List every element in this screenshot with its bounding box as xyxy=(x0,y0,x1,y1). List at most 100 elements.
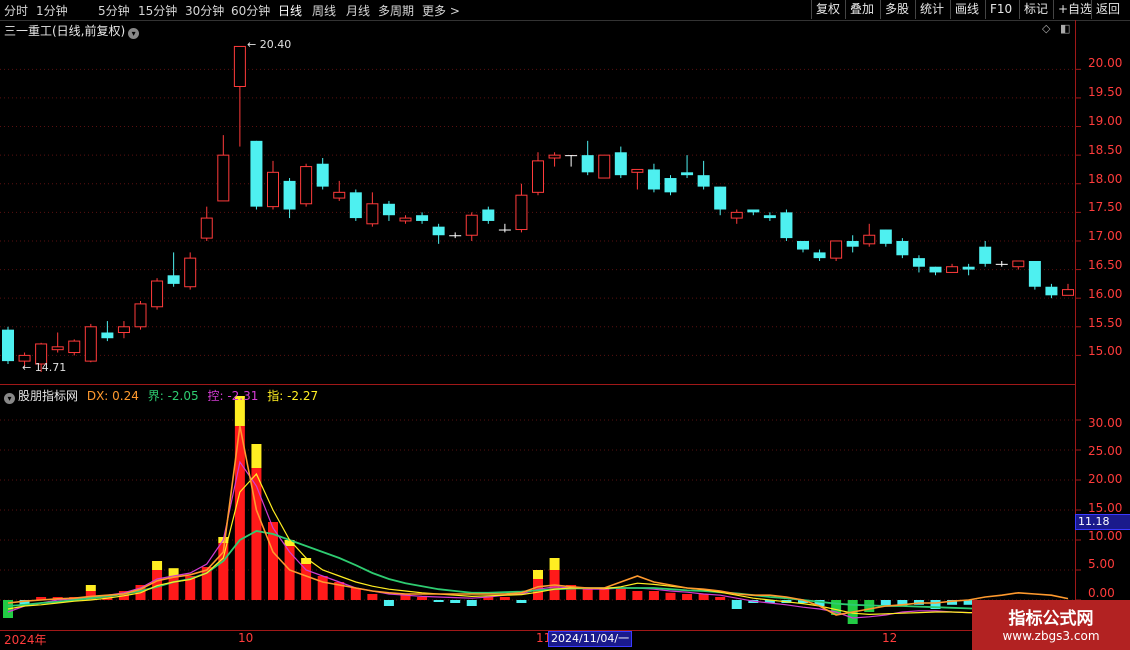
indicator-kong: 控: -2.31 xyxy=(207,389,259,403)
price-tick: 16.00 xyxy=(1088,287,1123,301)
indicator-bar xyxy=(317,576,328,600)
candle-body xyxy=(283,180,296,210)
price-tick: 17.00 xyxy=(1088,229,1123,243)
time-tick: 12 xyxy=(882,631,898,645)
indicator-bar xyxy=(499,597,510,600)
current-value-badge: 11.18 xyxy=(1075,514,1130,530)
kline-chart[interactable] xyxy=(0,0,1130,650)
candle-body xyxy=(879,229,892,244)
high-annotation: ← 20.40 xyxy=(247,38,292,51)
candle-body xyxy=(101,332,114,339)
indicator-bar xyxy=(367,594,378,600)
time-tick: 2024年 xyxy=(4,633,47,647)
candle-body xyxy=(614,152,627,176)
candle-body xyxy=(333,191,346,199)
indicator-bar-top xyxy=(152,561,163,570)
chevron-down-icon[interactable]: ▾ xyxy=(4,393,15,404)
candle-body xyxy=(548,154,561,159)
indicator-bar xyxy=(350,588,361,600)
indicator-tick: 5.00 xyxy=(1088,557,1115,571)
candle-body xyxy=(581,155,594,173)
candle-body xyxy=(730,211,743,219)
price-tick: 18.00 xyxy=(1088,172,1123,186)
indicator-bar xyxy=(682,594,693,600)
candle-body xyxy=(664,178,677,193)
time-tick: 10 xyxy=(238,631,254,645)
candle-body xyxy=(896,240,909,256)
candle-body xyxy=(134,303,147,328)
dx-line xyxy=(7,425,1069,616)
candle-body xyxy=(482,209,495,221)
candle-body xyxy=(647,169,660,190)
indicator-tick: 0.00 xyxy=(1088,586,1115,600)
candle-body xyxy=(714,186,727,210)
candle-body xyxy=(565,155,578,157)
candle-body xyxy=(797,240,809,250)
high-value: 20.40 xyxy=(259,38,292,51)
indicator-tick: 25.00 xyxy=(1088,444,1123,458)
candle-body xyxy=(763,215,776,219)
indicator-bar xyxy=(648,591,659,600)
candle-body xyxy=(117,326,130,334)
indicator-bar-top xyxy=(251,444,262,468)
candle-body xyxy=(813,252,826,259)
price-tick: 16.50 xyxy=(1088,258,1123,272)
indicator-tick: 10.00 xyxy=(1088,529,1123,543)
price-tick: 20.00 xyxy=(1088,56,1123,70)
candle-body xyxy=(780,212,793,239)
candle-body xyxy=(929,266,942,273)
indicator-dx: DX: 0.24 xyxy=(86,389,139,403)
candle-body xyxy=(515,194,528,231)
candle-body xyxy=(946,266,959,273)
price-tick: 17.50 xyxy=(1088,200,1123,214)
diamond-icon[interactable]: ◇ xyxy=(1042,22,1050,35)
indicator-bar xyxy=(665,592,676,600)
candle-body xyxy=(1012,260,1025,268)
candle-body xyxy=(300,166,313,205)
indicator-bar xyxy=(698,594,709,600)
candle-body xyxy=(532,160,544,193)
indicator-title[interactable]: ▾ 股朋指标网 DX: 0.24 界: -2.05 控: -2.31 指: -2.… xyxy=(4,387,323,404)
indicator-bar xyxy=(731,600,742,609)
indicator-bar xyxy=(615,588,626,600)
candle-body xyxy=(233,45,246,87)
indicator-bar xyxy=(715,597,726,600)
low-value: 14.71 xyxy=(34,361,67,374)
candle-body xyxy=(366,203,379,225)
candle-body xyxy=(697,175,710,187)
indicator-zhi: 指: -2.27 xyxy=(267,389,319,403)
candle-body xyxy=(449,235,462,237)
price-tick: 15.00 xyxy=(1088,344,1123,358)
candle-body xyxy=(498,229,511,231)
price-tick: 19.00 xyxy=(1088,114,1123,128)
indicator-tick: 30.00 xyxy=(1088,416,1123,430)
candle-body xyxy=(2,329,14,362)
panel-toggle-icon[interactable]: ◧ xyxy=(1060,22,1070,35)
indicator-bar xyxy=(417,597,428,600)
candle-body xyxy=(1062,289,1074,296)
price-tick: 18.50 xyxy=(1088,143,1123,157)
candle-body xyxy=(184,257,197,288)
candle-body xyxy=(979,246,992,264)
candle-body xyxy=(267,171,279,208)
candle-body xyxy=(846,240,859,247)
indicator-tick: 20.00 xyxy=(1088,472,1123,486)
candle-body xyxy=(912,258,925,267)
candle-body xyxy=(1045,286,1058,296)
watermark: 指标公式网 www.zbgs3.com xyxy=(972,600,1130,650)
candle-body xyxy=(598,154,611,179)
candle-body xyxy=(316,163,329,187)
candle-body xyxy=(84,326,97,362)
indicator-bar xyxy=(516,600,527,603)
indicator-bar-top xyxy=(533,570,543,579)
indicator-bar xyxy=(251,468,262,600)
candle-body xyxy=(217,154,230,202)
indicator-bar xyxy=(632,591,643,600)
candle-body xyxy=(51,346,64,351)
candle-body xyxy=(432,226,445,236)
candle-body xyxy=(747,209,760,213)
watermark-line1: 指标公式网 xyxy=(1008,609,1094,629)
indicator-bar xyxy=(284,546,295,600)
candle-body xyxy=(382,203,395,216)
candle-body xyxy=(631,168,644,173)
